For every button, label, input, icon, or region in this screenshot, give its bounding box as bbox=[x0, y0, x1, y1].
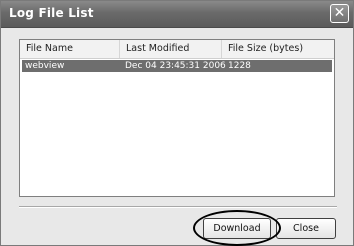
log-file-list-dialog: Log File List ✕ File Name Last Modified … bbox=[0, 0, 354, 246]
cell-last-modified: Dec 04 23:45:31 2006 bbox=[125, 61, 226, 71]
cell-file-size: 1228 bbox=[228, 61, 251, 71]
cell-file-name: webview bbox=[25, 61, 65, 71]
divider bbox=[19, 206, 337, 208]
column-header-file-size[interactable]: File Size (bytes) bbox=[222, 40, 334, 58]
window-title: Log File List bbox=[9, 6, 94, 20]
dialog-body: File Name Last Modified File Size (bytes… bbox=[5, 28, 349, 246]
download-button[interactable]: Download bbox=[203, 218, 271, 239]
column-header-last-modified[interactable]: Last Modified bbox=[120, 40, 222, 58]
log-file-list[interactable]: File Name Last Modified File Size (bytes… bbox=[19, 39, 335, 197]
close-button[interactable]: Close bbox=[276, 218, 336, 239]
table-row[interactable]: webview Dec 04 23:45:31 2006 1228 bbox=[22, 60, 332, 72]
column-header-file-name[interactable]: File Name bbox=[20, 40, 120, 58]
close-icon[interactable]: ✕ bbox=[330, 4, 349, 23]
list-header: File Name Last Modified File Size (bytes… bbox=[20, 40, 334, 59]
title-bar: Log File List ✕ bbox=[1, 1, 353, 28]
